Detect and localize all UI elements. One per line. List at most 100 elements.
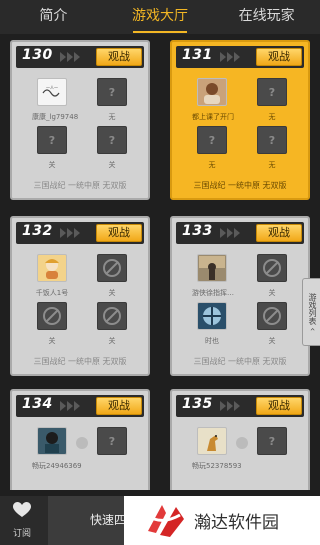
question-mark-icon: ? [268, 85, 276, 99]
player-slot[interactable]: 关 [92, 254, 132, 298]
player-slot[interactable]: 关 [32, 302, 72, 346]
empty-slot-icon: ? [37, 126, 67, 154]
player-name: 都上课了开门 [192, 113, 234, 121]
room-number: 130 [22, 47, 53, 63]
tab-intro[interactable]: 简介 [0, 0, 107, 34]
player-name: 康康_lg79748 [32, 113, 79, 121]
room-number: 133 [182, 223, 213, 239]
slot-status: 关 [268, 337, 276, 345]
player-slot[interactable]: 关 [252, 302, 292, 346]
watermark-text: 瀚达软件园 [194, 513, 279, 533]
room-header: 133 观战 [176, 222, 304, 244]
room-list[interactable]: 130 观战 —人— 康康_lg79748 ? 无 ? 关 ? 关 三国战纪 一… [0, 34, 320, 490]
slot-status: 无 [268, 161, 276, 169]
room-card-135[interactable]: 135 观战 畅玩52378593 ? [170, 389, 310, 490]
player-slot[interactable]: —人— 康康_lg79748 [32, 78, 79, 122]
player-slot[interactable]: 时也 [192, 302, 232, 346]
room-card-134[interactable]: 134 观战 畅玩24946369 ? [10, 389, 150, 490]
slot-status: 无 [268, 113, 276, 121]
chevron-left-icon: ‹ [307, 327, 317, 332]
room-card-132[interactable]: 132 观战 千饭人1号 关 关 关 三国战纪 一统中原 无双版 [10, 216, 150, 376]
watch-button[interactable]: 观战 [96, 48, 142, 66]
room-number: 134 [22, 396, 53, 412]
avatar [197, 302, 227, 330]
status-dot [236, 437, 248, 449]
player-slot[interactable]: 关 [92, 302, 132, 346]
avatar [37, 254, 67, 282]
player-slot[interactable]: 游侠徐指挥… [192, 254, 234, 298]
empty-slot-icon: ? [97, 126, 127, 154]
room-header: 131 观战 [176, 46, 304, 68]
watch-button[interactable]: 观战 [256, 48, 302, 66]
player-slot[interactable]: 畅玩52378593 [192, 427, 242, 471]
player-slot[interactable]: ? 无 [92, 78, 132, 122]
subscribe-label: 订阅 [12, 529, 31, 539]
watermark-logo [148, 504, 184, 537]
slot-status: 关 [108, 289, 116, 297]
tab-game-lobby[interactable]: 游戏大厅 [107, 0, 214, 34]
room-card-133[interactable]: 133 观战 游侠徐指挥… 关 时也 关 三国战纪 一统中原 无双版 [170, 216, 310, 376]
player-slot[interactable]: 畅玩24946369 [32, 427, 82, 471]
watch-button[interactable]: 观战 [96, 397, 142, 415]
closed-slot-icon [257, 302, 287, 330]
watch-button[interactable]: 观战 [96, 224, 142, 242]
arrow-decoration-icon [220, 228, 242, 238]
watermark: 瀚达软件园 [124, 496, 320, 545]
question-mark-icon: ? [268, 434, 276, 448]
player-slot[interactable]: 都上课了开门 [192, 78, 234, 122]
avatar: —人— [37, 78, 67, 106]
player-slot[interactable]: ? [92, 427, 132, 455]
game-list-side-tab[interactable]: 游戏列表 ‹ [302, 278, 320, 346]
top-tab-bar: 简介 游戏大厅 在线玩家 [0, 0, 320, 34]
avatar [37, 427, 67, 455]
slot-status: 关 [108, 161, 116, 169]
heart-icon [13, 502, 31, 517]
room-number: 132 [22, 223, 53, 239]
slot-status: 无 [108, 113, 116, 121]
player-slot[interactable]: 千饭人1号 [32, 254, 72, 298]
slot-status: 无 [208, 161, 216, 169]
room-card-131[interactable]: 131 观战 都上课了开门 ? 无 ? 无 ? 无 三国战纪 一统中原 无双版 [170, 40, 310, 200]
player-slot[interactable]: ? 无 [192, 126, 232, 170]
question-mark-icon: ? [108, 85, 116, 99]
tab-online-players[interactable]: 在线玩家 [213, 0, 320, 34]
player-name: 畅玩24946369 [32, 462, 82, 470]
forbidden-icon [103, 307, 121, 325]
game-title: 三国战纪 一统中原 无双版 [193, 181, 287, 190]
player-slot[interactable]: 关 [252, 254, 292, 298]
empty-slot-icon: ? [197, 126, 227, 154]
player-slot[interactable]: ? 关 [32, 126, 72, 170]
forbidden-icon [263, 307, 281, 325]
room-card-130[interactable]: 130 观战 —人— 康康_lg79748 ? 无 ? 关 ? 关 三国战纪 一… [10, 40, 150, 200]
closed-slot-icon [257, 254, 287, 282]
room-header: 130 观战 [16, 46, 144, 68]
room-header: 132 观战 [16, 222, 144, 244]
empty-slot-icon: ? [257, 126, 287, 154]
player-slot[interactable]: ? 无 [252, 78, 292, 122]
arrow-decoration-icon [220, 401, 242, 411]
room-number: 135 [182, 396, 213, 412]
question-mark-icon: ? [108, 434, 116, 448]
watch-button[interactable]: 观战 [256, 397, 302, 415]
game-title: 三国战纪 一统中原 无双版 [33, 181, 127, 190]
empty-slot-icon: ? [97, 427, 127, 455]
player-name: 时也 [205, 337, 219, 345]
question-mark-icon: ? [108, 133, 116, 147]
forbidden-icon [103, 259, 121, 277]
empty-slot-icon: ? [97, 78, 127, 106]
question-mark-icon: ? [48, 133, 56, 147]
status-dot [76, 437, 88, 449]
player-slot[interactable]: ? [252, 427, 292, 455]
question-mark-icon: ? [268, 133, 276, 147]
room-header: 134 观战 [16, 395, 144, 417]
slot-status: 关 [268, 289, 276, 297]
player-slot[interactable]: ? 无 [252, 126, 292, 170]
forbidden-icon [43, 307, 61, 325]
forbidden-icon [263, 259, 281, 277]
empty-slot-icon: ? [257, 78, 287, 106]
watch-button[interactable]: 观战 [256, 224, 302, 242]
game-title: 三国战纪 一统中原 无双版 [33, 357, 127, 366]
player-slot[interactable]: ? 关 [92, 126, 132, 170]
subscribe-button[interactable]: 订阅 [0, 496, 44, 545]
arrow-decoration-icon [220, 52, 242, 62]
